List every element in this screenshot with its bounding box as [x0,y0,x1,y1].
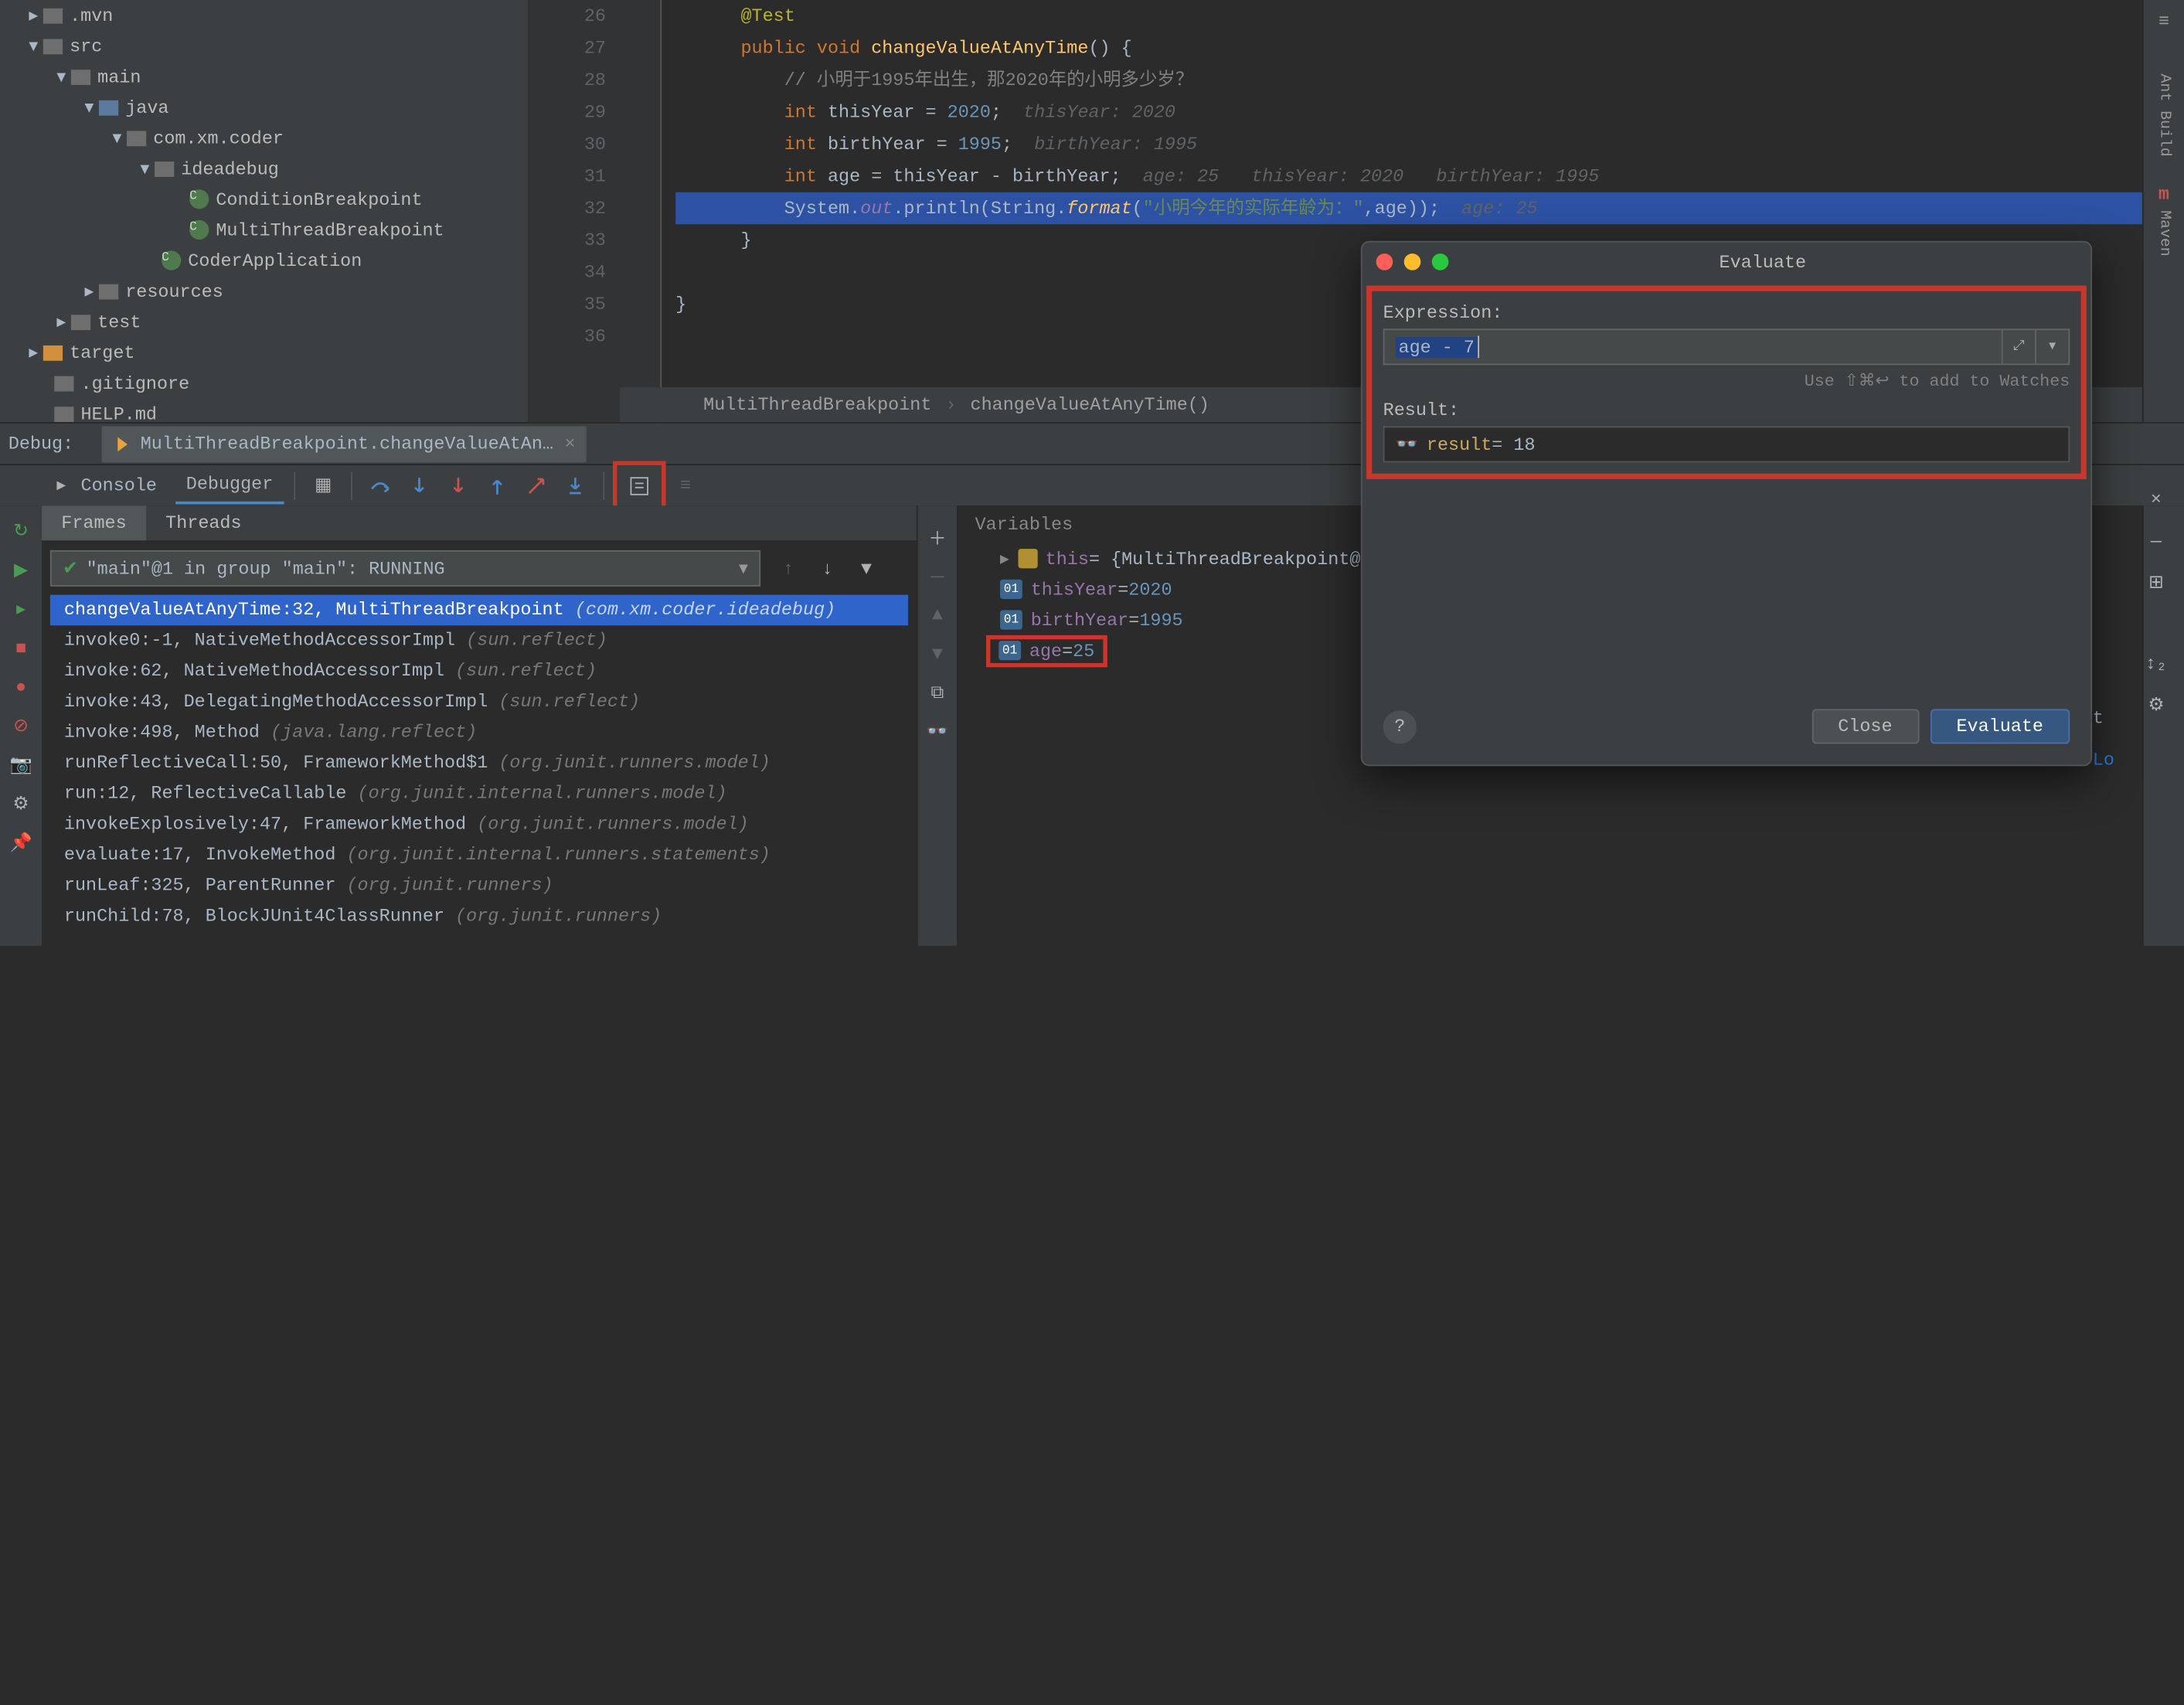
evaluate-expression-icon[interactable] [621,468,658,504]
settings-icon[interactable]: ⚙ [5,788,36,819]
tree-item[interactable]: CCoderApplication [0,245,528,276]
window-minimize-icon[interactable] [1404,254,1421,271]
variables-toolbar: ＋ － ▲ ▼ ⧉ 👓 [917,505,958,946]
minimize-icon[interactable]: — [2138,522,2175,559]
tree-item[interactable]: ▾java [0,92,528,123]
stack-frame[interactable]: invoke:62, NativeMethodAccessorImpl (sun… [50,656,908,687]
get-thread-dump-icon[interactable]: 📷 [5,750,36,781]
result-row[interactable]: 👓 result = 18 [1383,427,2070,463]
expression-input[interactable]: age - 7 [1383,328,2003,365]
frames-tab[interactable]: Frames [42,505,146,540]
tree-item[interactable]: CConditionBreakpoint [0,184,528,215]
stack-frames-list[interactable]: changeValueAtAnyTime:32, MultiThreadBrea… [42,595,917,932]
restore-layout-icon[interactable]: ↕₂ [2138,645,2175,681]
current-execution-line: System.out.println(String.format("小明今年的实… [675,192,2184,224]
stack-frame[interactable]: invokeExplosively:47, FrameworkMethod (o… [50,809,908,840]
view-breakpoints-icon[interactable]: ● [5,672,36,703]
step-into-icon[interactable] [401,468,437,504]
modify-run-icon[interactable]: ▶ [5,554,36,585]
tree-item[interactable]: ▸resources [0,276,528,307]
tree-item[interactable]: ▾ideadebug [0,153,528,184]
stack-frame[interactable]: invoke0:-1, NativeMethodAccessorImpl (su… [50,625,908,656]
evaluate-expression-button-highlight [613,461,665,511]
window-maximize-icon[interactable] [1432,254,1449,271]
trace-icon[interactable]: ≡ [667,468,703,504]
close-button[interactable]: Close [1811,709,1919,744]
thread-selector[interactable]: ✔ "main"@1 in group "main": RUNNING ▾ [50,550,760,587]
debug-label: Debug: [9,434,73,454]
right-tool-sidebar[interactable]: ≡ Ant Build m Maven [2142,0,2184,422]
stack-frame[interactable]: runReflectiveCall:50, FrameworkMethod$1 … [50,748,908,779]
add-watch-icon[interactable]: ＋ [922,521,953,552]
help-button[interactable]: ? [1383,710,1417,743]
drop-frame-icon[interactable] [519,468,555,504]
dialog-title: Evaluate [1448,251,2077,272]
tree-item[interactable]: .gitignore [0,368,528,399]
step-over-icon[interactable] [362,468,399,504]
tree-item[interactable]: ▾main [0,61,528,92]
expression-label: Expression: [1383,302,2070,323]
close-icon[interactable]: × [564,434,575,454]
move-up-icon[interactable]: ▲ [922,599,953,630]
tree-item[interactable]: HELP.md [0,398,528,422]
remove-watch-icon[interactable]: － [922,560,953,591]
expand-icon[interactable]: ⤢ [2003,328,2036,365]
pin-icon[interactable]: 📌 [5,828,36,859]
force-step-into-icon[interactable] [441,468,477,504]
debug-left-toolbar: ↻ ▶ ▸ ■ ● ⊘ 📷 ⚙ 📌 [0,505,42,946]
chevron-down-icon[interactable]: ▾ [739,558,748,579]
stop-icon[interactable]: ■ [5,632,36,663]
resume-icon[interactable]: ▸ [5,594,36,624]
history-dropdown-icon[interactable]: ▾ [2036,328,2070,365]
check-icon: ✔ [63,558,78,579]
duplicate-icon[interactable]: ⧉ [922,677,953,708]
next-frame-icon[interactable]: ↓ [809,550,845,587]
show-watches-icon[interactable]: 👓 [922,716,953,747]
editor-gutter[interactable]: 26 27 28 29 30 31 32 33 34 35 36 [529,0,620,422]
debug-config-tab[interactable]: MultiThreadBreakpoint.changeValueAtAn… × [101,426,587,462]
layout-settings-icon[interactable]: ⊞ [2138,564,2175,601]
project-tree[interactable]: ▸.mvn ▾src ▾main ▾java ▾com.xm.coder ▾id… [0,0,529,422]
stack-frame[interactable]: invoke:43, DelegatingMethodAccessorImpl … [50,687,908,718]
prev-frame-icon[interactable]: ↑ [771,550,807,587]
tree-item[interactable]: ▸.mvn [0,0,528,31]
run-to-cursor-icon[interactable] [557,468,594,504]
stack-frame[interactable]: evaluate:17, InvokeMethod (org.junit.int… [50,840,908,871]
glasses-icon: 👓 [1396,434,1418,454]
threads-tab[interactable]: Threads [146,505,261,540]
tree-item[interactable]: ▾src [0,31,528,62]
filter-icon[interactable]: ▼ [849,550,885,587]
stack-frame[interactable]: invoke:498, Method (java.lang.reflect) [50,717,908,748]
tree-item[interactable]: ▸target [0,337,528,368]
hint-text: Use ⇧⌘↩ to add to Watches [1383,370,2070,391]
evaluate-button[interactable]: Evaluate [1930,709,2070,744]
evaluate-dialog[interactable]: Evaluate Expression: age - 7 ⤢ ▾ Use ⇧⌘↩… [1361,241,2092,766]
tree-item[interactable]: ▾com.xm.coder [0,123,528,154]
result-label: Result: [1383,400,2070,420]
gear-icon[interactable]: ⚙ [2138,687,2175,723]
move-down-icon[interactable]: ▼ [922,638,953,669]
breadcrumb-item[interactable]: changeValueAtAnyTime() [971,394,1209,415]
tree-item[interactable]: CMultiThreadBreakpoint [0,215,528,246]
mute-breakpoints-icon[interactable]: ⊘ [5,710,36,741]
hide-icon[interactable]: × [2138,481,2175,517]
stack-frame[interactable]: runChild:78, BlockJUnit4ClassRunner (org… [50,901,908,932]
console-tab[interactable]: ▸ [43,468,80,504]
stack-frame[interactable]: changeValueAtAnyTime:32, MultiThreadBrea… [50,595,908,626]
step-out-icon[interactable] [479,468,515,504]
breadcrumb-item[interactable]: MultiThreadBreakpoint [703,394,931,415]
debugger-tab[interactable]: Debugger [175,468,284,504]
console-tab-label[interactable]: Console [81,475,157,496]
rerun-icon[interactable]: ↻ [5,516,36,546]
layout-icon[interactable]: ▦ [305,468,342,504]
stack-frame[interactable]: runLeaf:325, ParentRunner (org.junit.run… [50,870,908,901]
stack-frame[interactable]: run:12, ReflectiveCallable (org.junit.in… [50,778,908,809]
tree-item[interactable]: ▸test [0,307,528,338]
dialog-titlebar[interactable]: Evaluate [1362,243,2091,281]
window-close-icon[interactable] [1376,254,1393,271]
